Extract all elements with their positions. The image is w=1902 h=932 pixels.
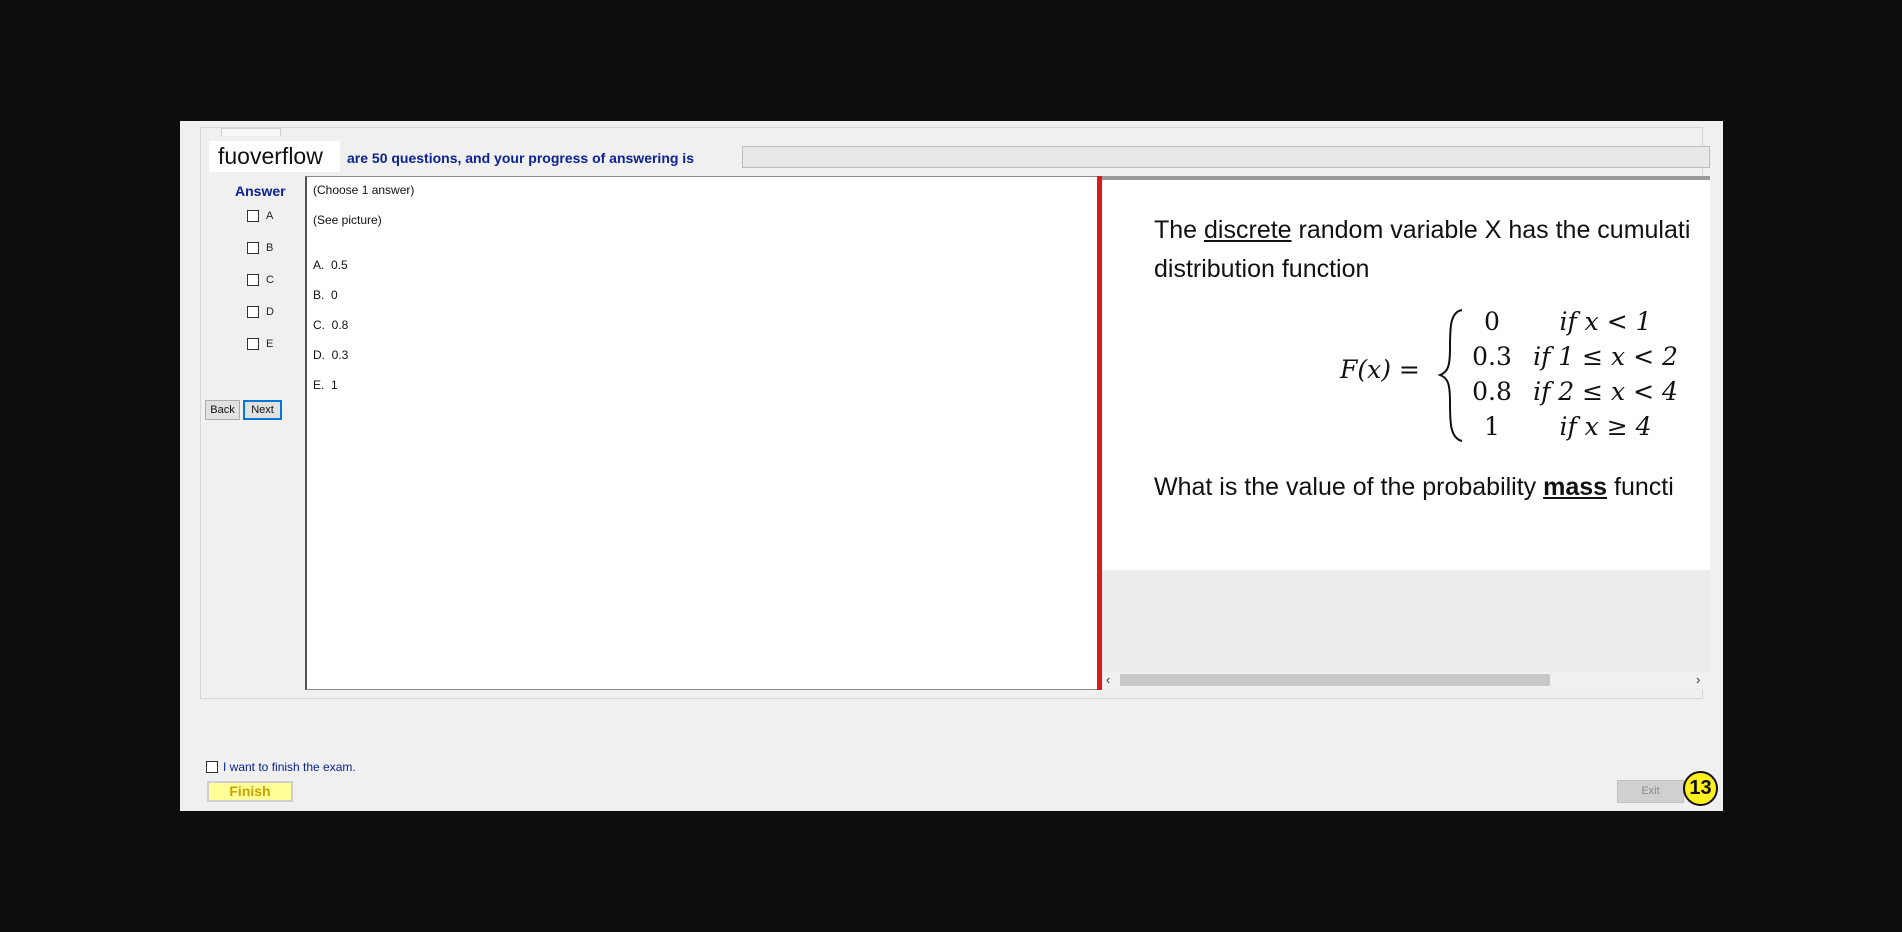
case-condition-3: if 2 ≤ x < 4 xyxy=(1533,377,1678,406)
scrollbar-thumb[interactable] xyxy=(1120,674,1550,686)
progress-label: are 50 questions, and your progress of a… xyxy=(347,150,694,166)
image-line-3: What is the value of the probability mas… xyxy=(1154,473,1674,501)
finish-button[interactable]: Finish xyxy=(207,781,293,802)
choice-d: D. 0.3 xyxy=(313,348,349,362)
answer-option-c[interactable]: C xyxy=(247,274,274,286)
image-horizontal-scrollbar[interactable]: ‹ › xyxy=(1102,671,1710,689)
case-condition-4: if x ≥ 4 xyxy=(1559,412,1652,441)
answer-option-b[interactable]: B xyxy=(247,242,273,254)
checkbox[interactable] xyxy=(247,242,259,254)
checkbox[interactable] xyxy=(247,210,259,222)
case-value-3: 0.8 xyxy=(1472,377,1512,406)
exam-window: fuoverflow are 50 questions, and your pr… xyxy=(180,121,1723,811)
checkbox[interactable] xyxy=(247,306,259,318)
next-button[interactable]: Next xyxy=(243,400,282,420)
answer-option-a[interactable]: A xyxy=(247,210,273,222)
scroll-left-icon[interactable]: ‹ xyxy=(1106,672,1110,687)
question-number-badge: 13 xyxy=(1683,771,1718,806)
brand-label: fuoverflow xyxy=(209,141,340,172)
choice-b: B. 0 xyxy=(313,288,338,302)
case-value-2: 0.3 xyxy=(1472,342,1512,371)
question-image-viewer: The discrete random variable X has the c… xyxy=(1102,176,1710,690)
question-panel: (Choose 1 answer) (See picture) A. 0.5 B… xyxy=(305,176,1100,690)
progress-bar xyxy=(742,146,1710,168)
case-value-1: 0 xyxy=(1484,307,1500,336)
exit-button[interactable]: Exit xyxy=(1617,780,1684,803)
checkbox[interactable] xyxy=(247,274,259,286)
choice-c: C. 0.8 xyxy=(313,318,349,332)
answer-title: Answer xyxy=(235,183,286,199)
checkbox[interactable] xyxy=(206,761,218,773)
question-image: The discrete random variable X has the c… xyxy=(1102,180,1710,570)
scroll-right-icon[interactable]: › xyxy=(1696,672,1700,687)
formula-lhs: F(x) = xyxy=(1340,355,1420,384)
case-condition-1: if x < 1 xyxy=(1559,307,1652,336)
question-instruction: (Choose 1 answer) xyxy=(313,183,415,197)
case-condition-2: if 1 ≤ x < 2 xyxy=(1533,342,1678,371)
question-body: (See picture) xyxy=(313,213,382,227)
image-line-1: The discrete random variable X has the c… xyxy=(1154,216,1691,244)
back-button[interactable]: Back xyxy=(205,400,240,420)
finish-confirm-checkbox[interactable]: I want to finish the exam. xyxy=(206,760,356,774)
choice-a: A. 0.5 xyxy=(313,258,348,272)
choice-e: E. 1 xyxy=(313,378,338,392)
tab-stub xyxy=(221,128,281,136)
exam-group-box: fuoverflow are 50 questions, and your pr… xyxy=(200,127,1710,699)
case-value-4: 1 xyxy=(1484,412,1500,441)
answer-option-d[interactable]: D xyxy=(247,306,274,318)
answer-option-e[interactable]: E xyxy=(247,338,273,350)
image-line-2: distribution function xyxy=(1154,255,1370,283)
checkbox[interactable] xyxy=(247,338,259,350)
